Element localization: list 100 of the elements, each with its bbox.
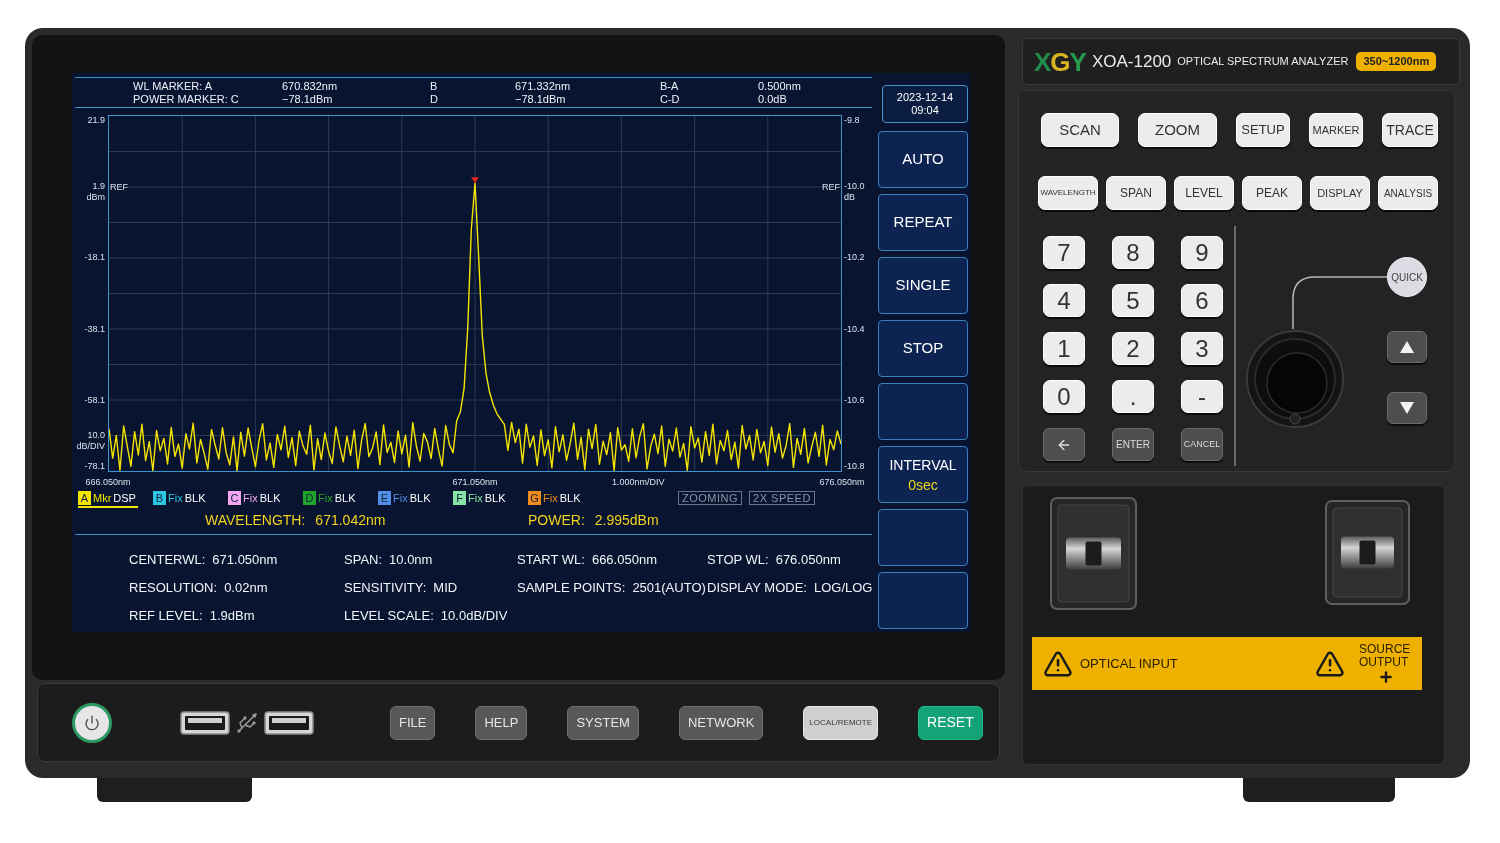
number-key[interactable]: . bbox=[1112, 380, 1154, 413]
setting-value: 0.02nm bbox=[224, 579, 268, 598]
setting-value: LOG/LOG bbox=[813, 579, 873, 598]
axis-tick-label: -9.8 bbox=[844, 115, 860, 126]
axis-tick-label: 1.9 bbox=[92, 180, 105, 192]
marker-label: B-A bbox=[660, 79, 680, 93]
down-arrow-key[interactable] bbox=[1387, 392, 1427, 424]
axis-tick-label: -38.1 bbox=[84, 323, 105, 335]
number-key[interactable]: 9 bbox=[1181, 236, 1223, 269]
brand-logo: XGY bbox=[1034, 48, 1086, 75]
function-key[interactable]: DISPLAY bbox=[1310, 176, 1370, 210]
function-key[interactable]: TRACE bbox=[1382, 113, 1438, 147]
trace-letter: D bbox=[303, 491, 316, 505]
marker-triangle-icon bbox=[471, 177, 479, 184]
trace-status-label: BLK bbox=[559, 491, 581, 505]
scale-value-label: 10.0 bbox=[87, 430, 105, 441]
function-key[interactable]: ANALYSIS bbox=[1378, 176, 1438, 210]
softkey-button[interactable]: SINGLE bbox=[878, 257, 968, 314]
function-key[interactable]: PEAK bbox=[1242, 176, 1302, 210]
number-key[interactable]: 4 bbox=[1043, 284, 1085, 317]
marker-label: D bbox=[430, 92, 439, 106]
readout-value: 671.042nm bbox=[315, 511, 386, 530]
scale-unit-label: dB/DIV bbox=[76, 441, 105, 452]
function-key[interactable]: LEVEL bbox=[1174, 176, 1234, 210]
softkey-button[interactable] bbox=[878, 509, 968, 566]
setting-label: LEVEL SCALE: bbox=[344, 607, 434, 626]
power-button[interactable] bbox=[72, 702, 112, 743]
axis-tick-label: 666.050nm bbox=[85, 477, 131, 488]
panel-button[interactable]: FILE bbox=[390, 705, 436, 740]
axis-tick-label: -18.1 bbox=[84, 252, 105, 264]
status-indicator: 2X SPEED bbox=[749, 491, 815, 505]
softkey-button[interactable] bbox=[878, 383, 968, 440]
up-arrow-key[interactable] bbox=[1387, 331, 1427, 363]
function-key[interactable]: SPAN bbox=[1106, 176, 1166, 210]
trace-status-label: BLK bbox=[184, 491, 206, 505]
axis-unit-label: dBm bbox=[86, 191, 105, 203]
readout-label: WAVELENGTH: bbox=[205, 511, 306, 530]
function-key[interactable]: SCAN bbox=[1041, 113, 1119, 147]
setting-value: 10.0dB/DIV bbox=[440, 607, 508, 626]
trace-status-label: BLK bbox=[484, 491, 506, 505]
axis-tick-label: -10.8 bbox=[844, 461, 865, 472]
trace-mode-label: Mkr bbox=[93, 491, 112, 505]
softkey-button[interactable]: STOP bbox=[878, 320, 968, 377]
axis-tick-label: -10.6 bbox=[844, 395, 865, 407]
setting-value: 671.050nm bbox=[212, 551, 278, 570]
date-time-label: 2023-12-14 09:04 bbox=[882, 85, 968, 123]
number-key[interactable]: 7 bbox=[1043, 236, 1085, 269]
trace-letter: E bbox=[378, 491, 391, 505]
axis-tick-label: -58.1 bbox=[84, 395, 105, 407]
axis-tick-label: -10.0 bbox=[844, 180, 865, 192]
softkey-button[interactable]: AUTO bbox=[878, 131, 968, 188]
panel-button[interactable]: HELP bbox=[475, 705, 528, 740]
panel-button[interactable]: SYSTEM bbox=[567, 705, 639, 740]
setting-label: SENSITIVITY: bbox=[344, 579, 427, 598]
axis-unit-label: dB bbox=[844, 191, 856, 203]
usb-port-icon bbox=[180, 710, 230, 735]
product-name: OPTICAL SPECTRUM ANALYZER bbox=[1177, 54, 1349, 70]
marker-label: B bbox=[430, 79, 439, 93]
marker-value: 0.500nm bbox=[758, 79, 802, 93]
setting-label: SPAN: bbox=[344, 551, 383, 570]
setting-label: DISPLAY MODE: bbox=[707, 579, 807, 598]
setting-value: 666.050nm bbox=[591, 551, 657, 570]
panel-button[interactable]: LOCAL/REMOTE bbox=[803, 705, 879, 740]
setting-value: 2501(AUTO) bbox=[632, 579, 706, 598]
number-key[interactable]: 5 bbox=[1112, 284, 1154, 317]
softkey-button[interactable] bbox=[878, 572, 968, 629]
axis-tick-label: -78.1 bbox=[84, 461, 105, 472]
triangle-down-icon bbox=[1400, 402, 1414, 414]
trace-letter: F bbox=[453, 491, 466, 505]
status-indicator: ZOOMING bbox=[678, 491, 743, 505]
number-key[interactable]: 0 bbox=[1043, 380, 1085, 413]
number-key[interactable]: - bbox=[1181, 380, 1223, 413]
panel-button[interactable]: NETWORK bbox=[678, 705, 764, 740]
trace-letter: G bbox=[528, 491, 541, 505]
axis-tick-label: 671.050nm bbox=[452, 477, 498, 488]
number-key[interactable]: 3 bbox=[1181, 332, 1223, 365]
number-key[interactable]: 8 bbox=[1112, 236, 1154, 269]
edit-key[interactable]: CANCEL bbox=[1181, 428, 1223, 461]
readout-value: 2.995dBm bbox=[594, 511, 659, 530]
trace-letter: C bbox=[228, 491, 241, 505]
trace-status-label: BLK bbox=[259, 491, 281, 505]
marker-value: 670.832nm bbox=[282, 79, 339, 93]
function-key[interactable]: ZOOM bbox=[1138, 113, 1217, 147]
trace-letter: A bbox=[78, 491, 91, 505]
quick-button[interactable]: QUICK bbox=[1387, 257, 1427, 297]
number-key[interactable]: 2 bbox=[1112, 332, 1154, 365]
trace-mode-label: Fix bbox=[468, 491, 483, 505]
function-key[interactable]: MARKER bbox=[1309, 113, 1363, 147]
softkey-button[interactable]: REPEAT bbox=[878, 194, 968, 251]
trace-mode-label: Fix bbox=[543, 491, 558, 505]
axis-tick-label: 676.050nm bbox=[819, 477, 865, 488]
setting-value: 676.050nm bbox=[775, 551, 841, 570]
edit-key[interactable]: ENTER bbox=[1112, 428, 1154, 461]
backspace-key[interactable] bbox=[1043, 428, 1085, 461]
function-key[interactable]: WAVELENGTH bbox=[1038, 176, 1098, 210]
marker-value: −78.1dBm bbox=[515, 92, 567, 106]
function-key[interactable]: SETUP bbox=[1236, 113, 1290, 147]
softkey-button[interactable]: INTERVAL 0sec bbox=[878, 446, 968, 503]
number-key[interactable]: 6 bbox=[1181, 284, 1223, 317]
number-key[interactable]: 1 bbox=[1043, 332, 1085, 365]
